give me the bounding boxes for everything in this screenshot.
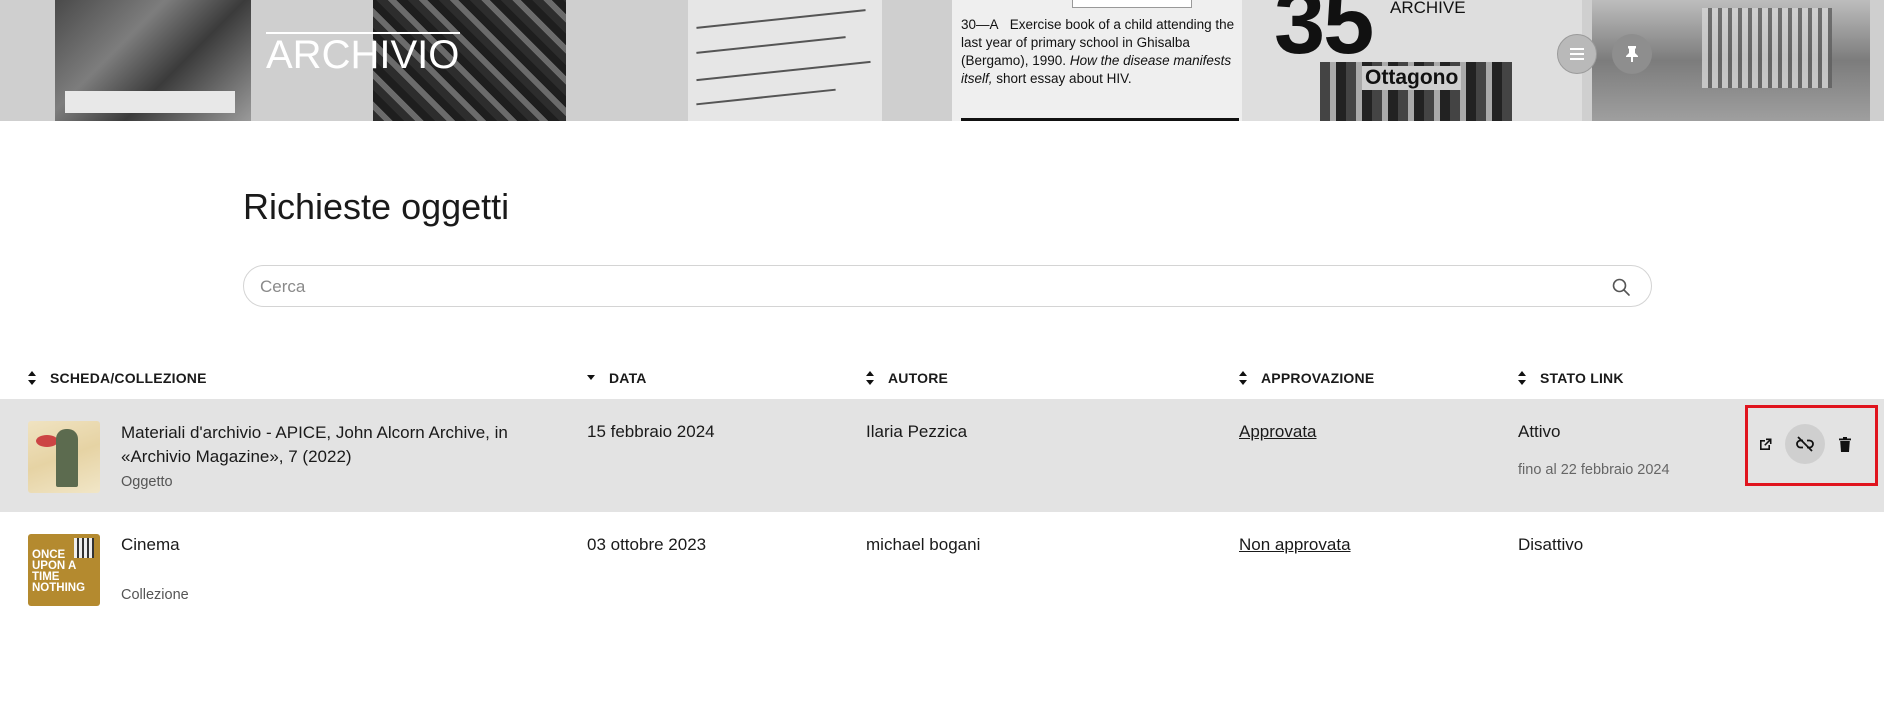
approval-status-link[interactable]: Non approvata [1239,535,1351,555]
item-thumbnail[interactable]: ONCE UPON A TIME NOTHING [28,534,100,606]
search-icon[interactable] [1611,277,1631,297]
approval-status-link[interactable]: Approvata [1239,422,1317,442]
item-date: 03 ottobre 2023 [587,535,707,554]
item-title[interactable]: Materiali d'archivio - APICE, John Alcor… [121,421,561,469]
item-date: 15 febbraio 2024 [587,422,715,441]
column-header-scheda[interactable]: SCHEDA/COLLEZIONE [26,367,207,389]
column-header-data[interactable]: DATA [585,367,647,389]
search-bar [243,265,1652,307]
pin-icon [1626,46,1638,62]
search-input[interactable] [260,275,1590,299]
column-header-autore[interactable]: AUTORE [864,367,948,389]
item-author: Ilaria Pezzica [866,422,968,441]
item-type: Oggetto [121,474,173,490]
item-author: michael bogani [866,535,981,554]
banner-image-illustration [55,0,251,121]
table-row[interactable]: ONCE UPON A TIME NOTHING Cinema Collezio… [0,512,1884,625]
banner-magazine-cover: 35 ARCHIVE Ottagono [1242,0,1582,121]
table-row[interactable]: Materiali d'archivio - APICE, John Alcor… [0,399,1884,512]
menu-button[interactable] [1557,34,1597,74]
sort-both-icon [26,370,38,386]
sort-down-icon [585,374,597,382]
item-title[interactable]: Cinema [121,535,180,555]
sort-both-icon [1237,370,1249,386]
item-thumbnail[interactable] [28,421,100,493]
banner-archive-label: ARCHIVE [1390,0,1466,17]
page-title: Richieste oggetti [243,186,510,227]
hamburger-icon [1570,48,1584,60]
sort-both-icon [864,370,876,386]
banner-image-handwriting [688,0,882,121]
pin-button[interactable] [1612,34,1652,74]
link-status: Attivo [1518,422,1561,441]
link-expiry: fino al 22 febbraio 2024 [1518,462,1670,478]
archivio-logo[interactable]: ARCHIVIO [266,32,460,75]
link-status: Disattivo [1518,535,1584,554]
row-actions-highlight [1745,405,1878,486]
column-header-approvazione[interactable]: APPROVAZIONE [1237,367,1374,389]
item-type: Collezione [121,587,189,603]
banner-caption-card: 30—A Exercise book of a child attending … [952,0,1242,121]
column-header-stato-link[interactable]: STATO LINK [1516,367,1624,389]
banner-caption: 30—A Exercise book of a child attending … [961,17,1235,86]
sort-both-icon [1516,370,1528,386]
banner-magazine-title: Ottagono [1362,66,1462,90]
